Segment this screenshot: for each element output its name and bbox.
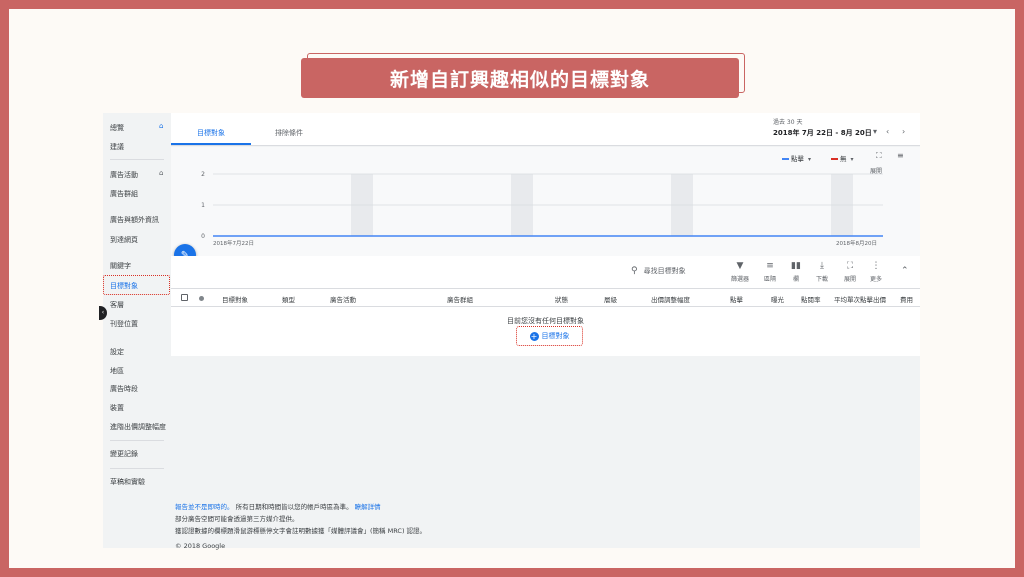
footer-line-2: 部分廣告空間可能會透過第三方媒介提供。 [175, 515, 299, 523]
segment-button[interactable]: ≡ 區隔 [757, 260, 783, 283]
dropdown-arrow-icon[interactable]: ▾ [873, 127, 877, 136]
column-header[interactable]: 平均單次點擊出價 [834, 294, 886, 304]
y-tick-label: 2 [201, 171, 205, 178]
column-header[interactable]: 目標對象 [222, 294, 248, 304]
tool-label: 篩選器 [730, 276, 749, 283]
sidebar-item-ads-extensions[interactable]: 廣告與額外資訊 [110, 215, 159, 225]
tool-label: 欄 [792, 276, 799, 283]
sidebar-item-overview[interactable]: 總覽 [110, 123, 124, 133]
sidebar-item-ad-groups[interactable]: 廣告群組 [110, 189, 138, 199]
status-dot-icon [199, 296, 204, 301]
footer-text: 所有日期和時間皆以您的帳戶時區為準。 [235, 503, 353, 511]
sidebar-item-campaigns[interactable]: 廣告活動 [110, 170, 138, 180]
sidebar-item-devices[interactable]: 裝置 [110, 403, 124, 413]
select-all-checkbox[interactable] [181, 294, 188, 301]
collapse-sidebar-button[interactable]: ‹ [99, 306, 107, 320]
sidebar-item-demographics[interactable]: 客層 [110, 300, 124, 310]
x-tick-label: 2018年7月22日 [213, 239, 254, 247]
sidebar-item-ad-schedule[interactable]: 廣告時段 [110, 384, 138, 394]
column-header[interactable]: 廣告群組 [447, 294, 473, 304]
fullscreen-button[interactable]: ⛶ 展開 [837, 260, 863, 283]
chevron-right-icon[interactable]: › [902, 127, 905, 136]
tool-label: 區隔 [763, 276, 776, 283]
footer-line-1: 報告並不是即時的。 所有日期和時間皆以您的帳戶時區為準。 瞭解詳情 [175, 501, 426, 513]
sidebar-divider [110, 468, 164, 469]
download-icon: ⤓ [820, 261, 824, 271]
copyright: © 2018 Google [175, 542, 226, 550]
plus-icon: + [529, 331, 539, 341]
sidebar: 總覽 ⌂ 建議 廣告活動 ⌂ 廣告群組 廣告與額外資訊 到達網頁 關鍵字 目標對… [99, 113, 171, 548]
columns-button[interactable]: ▮▮ 欄 [783, 260, 809, 283]
search-icon: ⚲ [631, 266, 638, 276]
filter-button[interactable]: ▼ 篩選器 [727, 260, 753, 283]
table-header: 目標對象 類型 廣告活動 廣告群組 狀態 層級 出價調整幅度 點擊 曝光 點閱率… [171, 290, 920, 307]
x-tick-label: 2018年8月20日 [836, 239, 877, 247]
chart-canvas: 2 1 0 2018年7月22日 2018年8月20日 [201, 171, 883, 247]
column-header[interactable]: 點閱率 [801, 294, 821, 304]
chevron-left-icon[interactable]: ‹ [886, 127, 889, 136]
tool-label: 更多 [869, 276, 882, 283]
home-icon[interactable]: ⌂ [159, 169, 163, 177]
collapse-table-icon[interactable]: ⌃ [901, 266, 909, 276]
download-button[interactable]: ⤓ 下載 [809, 260, 835, 283]
highlight-box [103, 275, 170, 295]
fullscreen-icon: ⛶ [846, 261, 854, 271]
sidebar-item-placements[interactable]: 刊登位置 [110, 319, 138, 329]
column-header[interactable]: 費用 [900, 294, 913, 304]
sidebar-item-keywords[interactable]: 關鍵字 [110, 261, 131, 271]
empty-state-message: 目前您沒有任何目標對象 [507, 317, 584, 325]
filter-icon: ▼ [736, 261, 744, 271]
segment-icon: ≡ [766, 261, 774, 271]
y-tick-label: 0 [201, 233, 205, 240]
footer: 報告並不是即時的。 所有日期和時間皆以您的帳戶時區為準。 瞭解詳情 部分廣告空間… [175, 501, 426, 552]
column-header[interactable]: 狀態 [555, 294, 568, 304]
column-header[interactable]: 廣告活動 [330, 294, 356, 304]
tool-label: 下載 [815, 276, 828, 283]
main-panel: 目標對象 排除條件 過去 30 天 2018年 7月 22日 - 8月 20日 … [171, 113, 920, 550]
date-range-picker[interactable]: 2018年 7月 22日 - 8月 20日 [773, 128, 872, 138]
realtime-link[interactable]: 報告並不是即時的。 [175, 503, 234, 511]
sidebar-item-locations[interactable]: 地區 [110, 366, 124, 376]
footer-line-3: 獲認證數據的欄標題滑鼠游標懸停文字會註明數據獲「媒體評議會」(簡稱 MRC) 認… [175, 527, 427, 535]
column-header[interactable]: 層級 [604, 294, 617, 304]
top-bar: 目標對象 排除條件 過去 30 天 2018年 7月 22日 - 8月 20日 … [171, 113, 920, 146]
search-placeholder: 尋找目標對象 [643, 267, 686, 275]
sidebar-item-settings[interactable]: 設定 [110, 347, 124, 357]
home-icon[interactable]: ⌂ [159, 122, 163, 130]
column-header[interactable]: 出價調整幅度 [651, 294, 690, 304]
tab-exclusions[interactable]: 排除條件 [275, 128, 303, 138]
sidebar-item-drafts-experiments[interactable]: 草稿和實驗 [110, 477, 145, 487]
tool-label: 展開 [843, 276, 856, 283]
audience-table: ⚲ 尋找目標對象 ▼ 篩選器 ≡ 區隔 ▮▮ 欄 ⤓ 下載 ⛶ 展開 ⋮ 更多 ⌃ 目標對象 … [171, 256, 920, 356]
date-range-caption: 過去 30 天 [773, 119, 803, 126]
column-header[interactable]: 曝光 [771, 294, 784, 304]
column-header[interactable]: 類型 [282, 294, 295, 304]
google-ads-screenshot: 總覽 ⌂ 建議 廣告活動 ⌂ 廣告群組 廣告與額外資訊 到達網頁 關鍵字 目標對… [99, 113, 920, 550]
more-button[interactable]: ⋮ 更多 [863, 260, 889, 283]
active-tab-indicator [171, 143, 251, 145]
columns-icon: ▮▮ [791, 261, 801, 271]
add-audience-label: 目標對象 [541, 332, 570, 340]
sidebar-item-landing-pages[interactable]: 到達網頁 [110, 235, 138, 245]
learn-more-link[interactable]: 瞭解詳情 [355, 503, 381, 511]
search-input[interactable]: ⚲ 尋找目標對象 [631, 266, 686, 276]
tab-audiences[interactable]: 目標對象 [197, 128, 225, 138]
table-toolbar: ⚲ 尋找目標對象 ▼ 篩選器 ≡ 區隔 ▮▮ 欄 ⤓ 下載 ⛶ 展開 ⋮ 更多 ⌃ [171, 256, 920, 289]
add-audience-button[interactable]: + 目標對象 [516, 326, 583, 346]
y-tick-label: 1 [201, 202, 205, 209]
sidebar-item-change-history[interactable]: 變更記錄 [110, 449, 138, 459]
sidebar-item-bid-adjustments[interactable]: 進階出價調整幅度 [110, 422, 166, 432]
sidebar-divider [110, 440, 164, 441]
performance-chart: 點擊 ▾ 無 ▾ ⛶ ≡ 展開 2 1 0 2018年7月22日 2018年8月20日 [171, 147, 920, 256]
column-header[interactable]: 點擊 [730, 294, 743, 304]
banner-title: 新增自訂興趣相似的目標對象 [301, 58, 739, 98]
sidebar-item-recommendations[interactable]: 建議 [110, 142, 124, 152]
more-icon: ⋮ [871, 261, 881, 271]
sidebar-divider [110, 159, 164, 160]
